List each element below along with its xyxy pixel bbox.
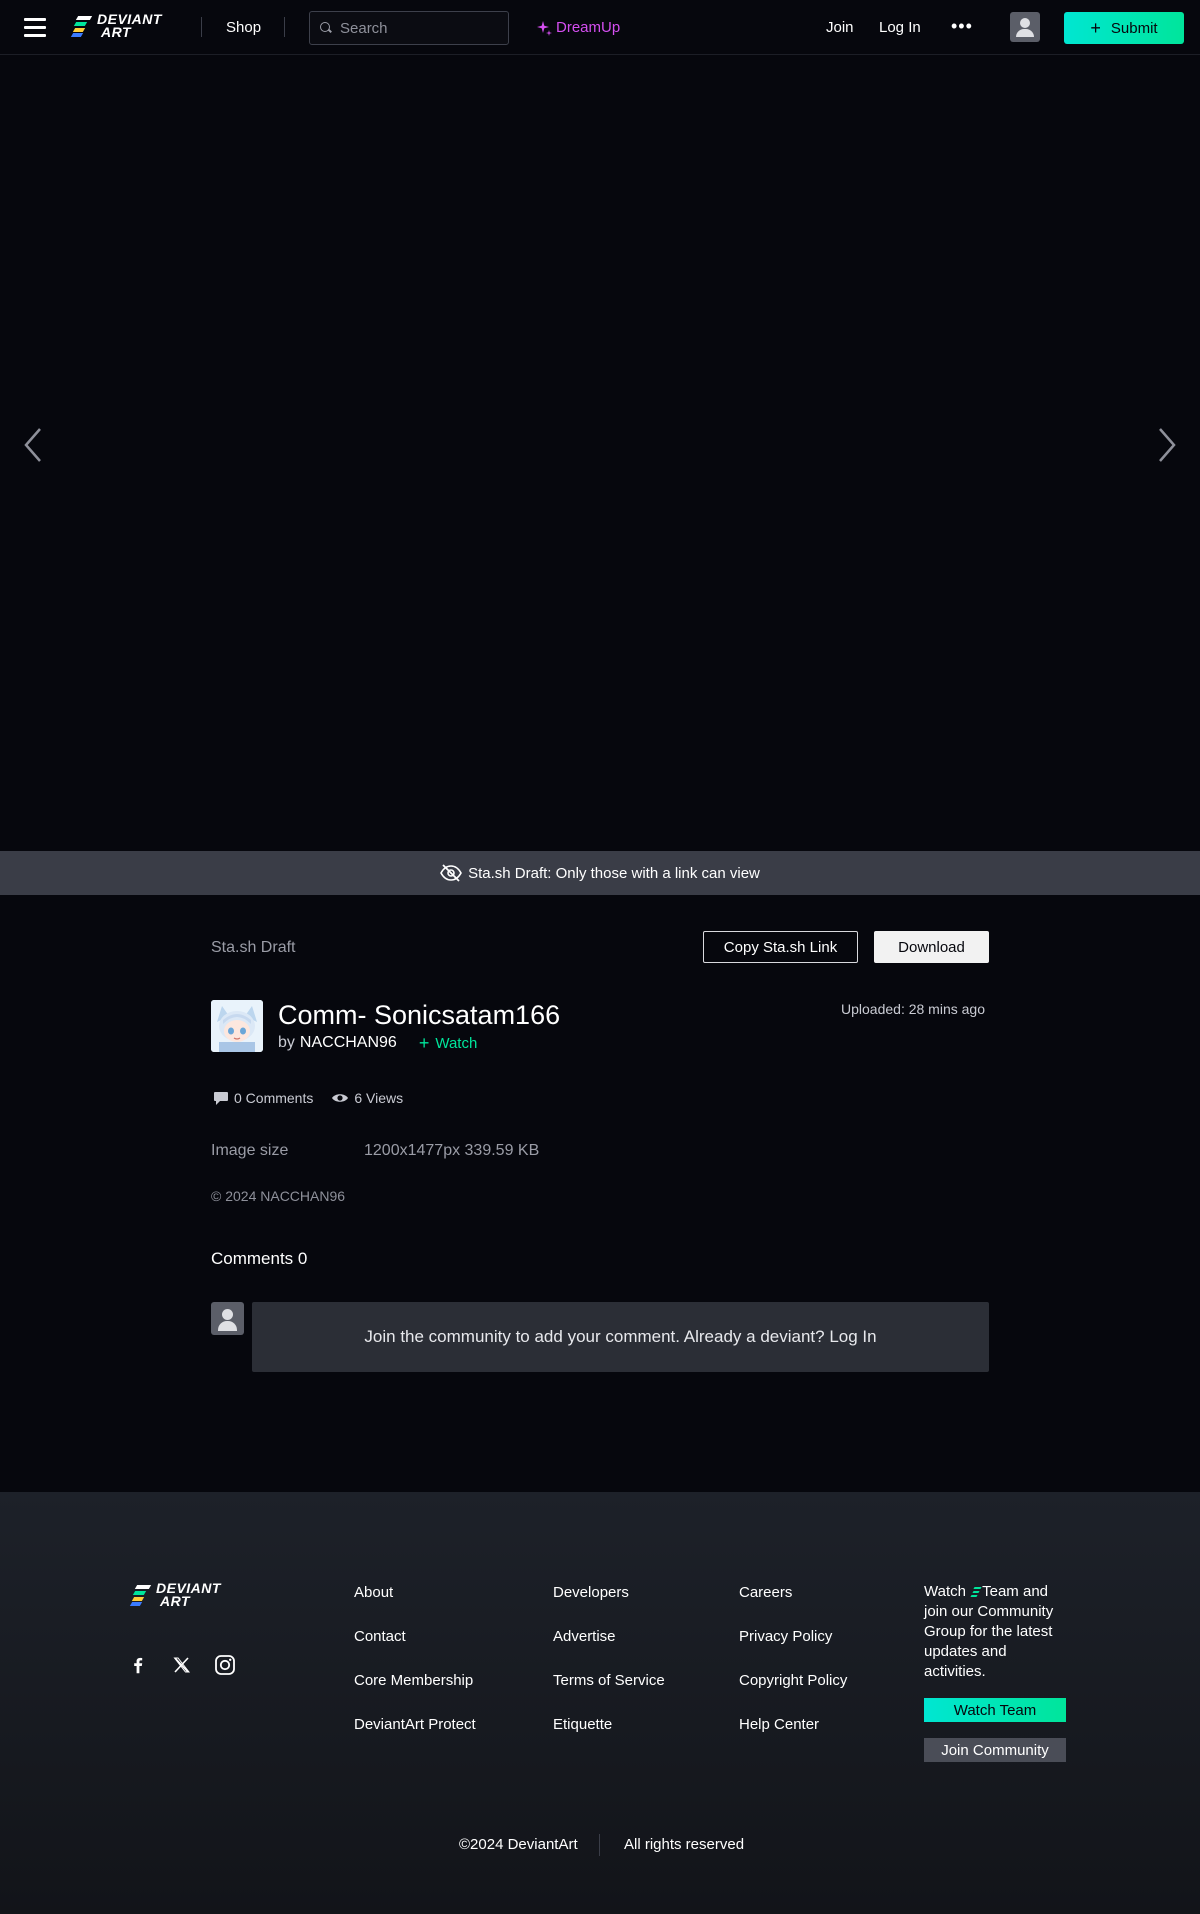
blurb-watch-text: Watch — [924, 1583, 966, 1600]
footer-link-about[interactable]: About — [354, 1584, 393, 1601]
footer-link-etiquette[interactable]: Etiquette — [553, 1716, 612, 1733]
upload-time: Uploaded: 28 mins ago — [841, 1001, 985, 1017]
footer-link-deviantart-protect[interactable]: DeviantArt Protect — [354, 1716, 476, 1733]
footer-link-copyright-policy[interactable]: Copyright Policy — [739, 1672, 847, 1689]
watch-label: Watch — [435, 1034, 478, 1052]
footer-rights: All rights reserved — [624, 1836, 745, 1853]
byline: by NACCHAN96 + Watch — [278, 1034, 477, 1052]
footer-link-privacy[interactable]: Privacy Policy — [739, 1628, 832, 1645]
instagram-icon[interactable] — [214, 1654, 236, 1676]
stash-draft-label: Sta.sh Draft — [211, 939, 296, 956]
footer-logo-line2: ART — [160, 1593, 191, 1609]
search-input[interactable] — [340, 19, 500, 37]
chevron-right-icon[interactable] — [1154, 425, 1178, 465]
author-avatar-image — [211, 1000, 263, 1052]
footer-logo-text: DEVIANT ART — [156, 1581, 221, 1609]
search-box[interactable] — [309, 11, 509, 45]
footer-link-developers[interactable]: Developers — [553, 1584, 629, 1601]
footer-copyright: ©2024 DeviantArt — [459, 1836, 578, 1853]
comment-icon — [214, 1091, 228, 1105]
footer-link-careers[interactable]: Careers — [739, 1584, 792, 1601]
copyright-notice: © 2024 NACCHAN96 — [211, 1188, 346, 1204]
logo-text: DEVIANT ART — [97, 12, 162, 40]
sparkle-icon — [537, 20, 552, 36]
more-menu-button[interactable]: ••• — [951, 17, 973, 35]
nav-divider — [284, 17, 285, 37]
footer-logo[interactable]: DEVIANT ART — [129, 1581, 221, 1609]
logo-text-line2: ART — [101, 24, 132, 40]
chevron-left-icon[interactable] — [22, 425, 46, 465]
footer-link-help-center[interactable]: Help Center — [739, 1716, 819, 1733]
deviation-title: Comm- Sonicsatam166 — [278, 1000, 561, 1030]
comments-stat[interactable]: 0 Comments — [213, 1090, 313, 1106]
author-avatar[interactable] — [211, 1000, 263, 1052]
footer-link-core-membership[interactable]: Core Membership — [354, 1672, 473, 1689]
footer-link-contact[interactable]: Contact — [354, 1628, 406, 1645]
image-size-value: 1200x1477px 339.59 KB — [364, 1142, 540, 1159]
search-icon — [320, 22, 332, 34]
comments-heading: Comments 0 — [211, 1249, 308, 1268]
join-community-button[interactable]: Join Community — [924, 1738, 1066, 1762]
plus-icon: + — [1090, 17, 1101, 38]
logo-mark-icon — [70, 14, 93, 38]
x-icon[interactable] — [171, 1654, 193, 1676]
community-blurb: Watch Team and join our Community Group … — [924, 1582, 1070, 1682]
comments-count: 0 Comments — [234, 1090, 314, 1106]
views-count: 6 Views — [354, 1090, 404, 1106]
banner-text: Sta.sh Draft: Only those with a link can… — [468, 864, 760, 882]
shop-link[interactable]: Shop — [226, 19, 261, 36]
watch-button[interactable]: + Watch — [418, 1033, 478, 1053]
user-icon — [211, 1302, 244, 1335]
user-icon-head — [222, 1309, 233, 1320]
deviantart-logo[interactable]: DEVIANT ART — [70, 12, 162, 40]
download-button[interactable]: Download — [874, 931, 989, 963]
views-stat: 6 Views — [331, 1090, 403, 1106]
user-icon-head — [1020, 18, 1030, 28]
dreamup-link[interactable]: DreamUp — [536, 19, 620, 36]
dreamup-label: DreamUp — [556, 19, 621, 36]
nav-divider — [201, 17, 202, 37]
footer-link-advertise[interactable]: Advertise — [553, 1628, 616, 1645]
footer-divider — [599, 1834, 600, 1856]
stash-draft-banner: Sta.sh Draft: Only those with a link can… — [0, 851, 1200, 895]
by-label: by — [278, 1034, 295, 1051]
submit-label: Submit — [1110, 19, 1158, 37]
comment-login-prompt[interactable]: Join the community to add your comment. … — [252, 1302, 989, 1372]
user-icon-body — [218, 1321, 237, 1331]
copy-stash-link-button[interactable]: Copy Sta.sh Link — [703, 931, 858, 963]
footer: DEVIANT ART About Contact Core Membershi… — [0, 1492, 1200, 1914]
watch-team-button[interactable]: Watch Team — [924, 1698, 1066, 1722]
footer-link-terms[interactable]: Terms of Service — [553, 1672, 665, 1689]
user-avatar-button[interactable] — [1010, 12, 1040, 42]
plus-icon: + — [418, 1033, 430, 1053]
logo-mark-icon — [970, 1586, 982, 1598]
logo-mark-icon — [129, 1583, 152, 1607]
author-link[interactable]: NACCHAN96 — [300, 1034, 397, 1052]
artwork-viewer — [0, 55, 1200, 851]
submit-button[interactable]: + Submit — [1064, 12, 1184, 44]
hamburger-icon[interactable] — [24, 18, 48, 37]
eye-slash-icon — [440, 864, 463, 882]
deviation-stats: 0 Comments 6 Views — [213, 1090, 421, 1106]
top-navigation: DEVIANT ART Shop DreamUp Join Log In •••… — [0, 0, 1200, 55]
facebook-icon[interactable] — [127, 1654, 149, 1676]
eye-icon — [332, 1094, 349, 1102]
user-icon-body — [1016, 29, 1034, 37]
image-size-label: Image size — [211, 1142, 289, 1159]
join-link[interactable]: Join — [826, 19, 854, 36]
login-link[interactable]: Log In — [879, 19, 921, 36]
